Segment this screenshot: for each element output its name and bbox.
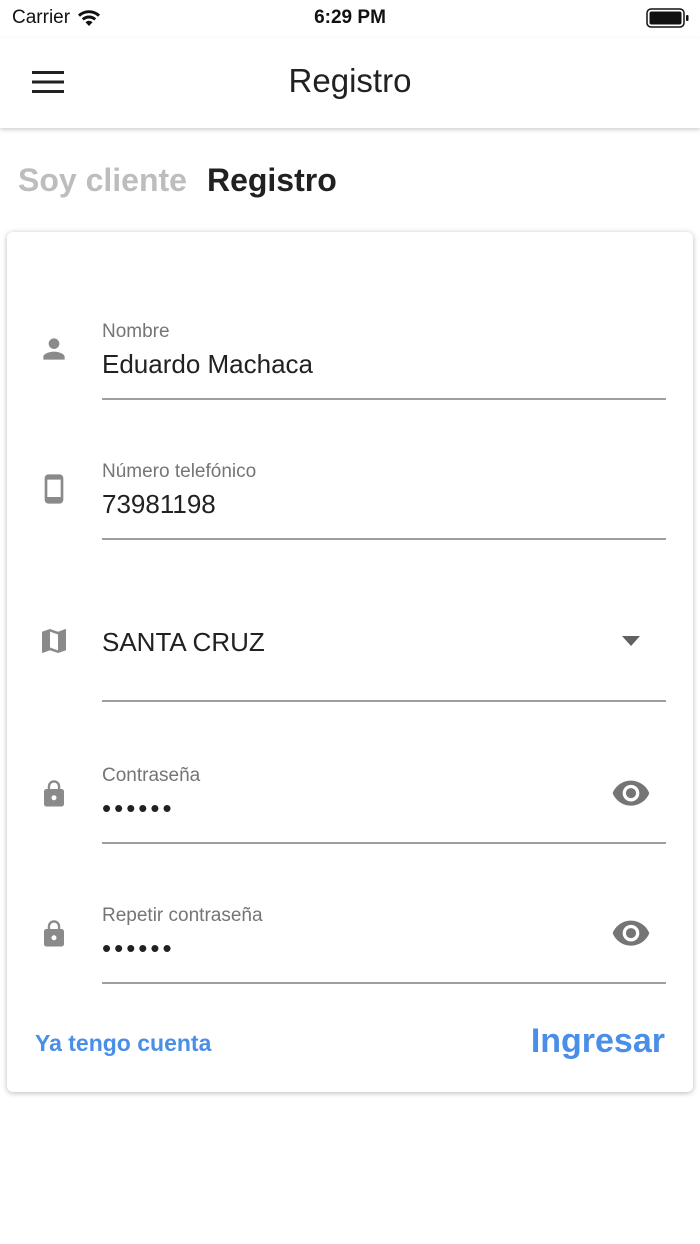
phone-input[interactable]: 73981198 [102, 489, 216, 520]
name-label: Nombre [102, 321, 170, 342]
password-label: Contraseña [102, 765, 201, 786]
lock-icon [35, 915, 73, 953]
smartphone-icon [35, 470, 73, 508]
chevron-down-icon[interactable] [609, 619, 653, 663]
phone-label: Número telefónico [102, 461, 257, 482]
already-have-account-link[interactable]: Ya tengo cuenta [35, 1030, 211, 1057]
app-bar: Registro [0, 38, 700, 128]
page-title: Registro [288, 62, 412, 99]
city-underline [102, 700, 666, 702]
phone-underline [102, 538, 666, 540]
password-repeat-underline [102, 982, 666, 984]
lock-icon [35, 775, 73, 813]
status-bar: Carrier 6:29 PM [0, 0, 700, 38]
password-repeat-label: Repetir contraseña [102, 905, 263, 926]
password-input[interactable]: •••••• [102, 793, 175, 824]
password-repeat-input[interactable]: •••••• [102, 933, 175, 964]
eye-icon[interactable] [609, 912, 653, 956]
name-input[interactable]: Eduardo Machaca [102, 349, 313, 380]
submit-button[interactable]: Ingresar [531, 1022, 665, 1061]
registration-card: Nombre Eduardo Machaca Número telefónico… [7, 232, 693, 1092]
tab-registro[interactable]: Registro [207, 162, 337, 199]
battery-icon [646, 8, 689, 28]
password-underline [102, 842, 666, 844]
name-underline [102, 398, 666, 400]
city-selected-value[interactable]: SANTA CRUZ [102, 627, 265, 658]
eye-icon[interactable] [609, 772, 653, 816]
tab-bar: Soy cliente Registro [18, 162, 337, 199]
tab-soy-cliente[interactable]: Soy cliente [18, 162, 187, 199]
status-time: 6:29 PM [314, 7, 386, 28]
person-icon [35, 330, 73, 368]
map-icon [35, 622, 73, 660]
